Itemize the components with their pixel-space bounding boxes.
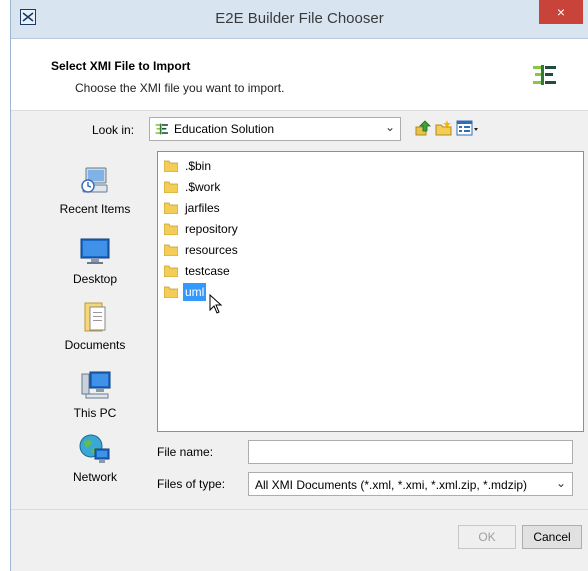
- place-documents[interactable]: Documents: [39, 300, 151, 352]
- create-new-folder-icon[interactable]: [435, 119, 453, 137]
- file-name: jarfiles: [185, 201, 220, 215]
- place-label: Documents: [64, 338, 126, 352]
- place-label: Network: [72, 470, 117, 484]
- dialog-header: Select XMI File to Import Choose the XMI…: [11, 39, 588, 111]
- file-list[interactable]: .$bin .$work jarfiles repository resourc…: [157, 151, 584, 432]
- place-desktop[interactable]: Desktop: [39, 234, 151, 286]
- look-in-dropdown[interactable]: Education Solution ⌄: [149, 117, 401, 141]
- folder-icon: [164, 160, 178, 172]
- file-name: repository: [185, 222, 238, 236]
- network-icon: [79, 434, 110, 463]
- title-bar[interactable]: E2E Builder File Chooser ×: [11, 0, 588, 39]
- header-subtitle: Choose the XMI file you want to import.: [75, 81, 285, 95]
- file-name: testcase: [185, 264, 230, 278]
- file-name: .$bin: [185, 159, 212, 173]
- recent-items-icon: [81, 167, 108, 193]
- e2e-builder-logo-icon: [155, 123, 168, 135]
- file-name-input[interactable]: [248, 440, 573, 464]
- chevron-down-icon[interactable]: ⌄: [385, 120, 395, 134]
- file-name-label: File name:: [157, 445, 214, 459]
- up-one-level-icon[interactable]: [414, 119, 432, 137]
- place-network[interactable]: Network: [39, 432, 151, 484]
- place-label: Recent Items: [59, 202, 131, 216]
- this-pc-icon: [81, 371, 111, 399]
- files-of-type-label: Files of type:: [157, 477, 226, 491]
- look-in-label: Look in:: [92, 123, 135, 137]
- cancel-button[interactable]: Cancel: [522, 525, 582, 549]
- view-menu-icon[interactable]: [456, 119, 480, 137]
- file-name: resources: [185, 243, 238, 257]
- file-chooser-dialog: E2E Builder File Chooser × Select XMI Fi…: [10, 0, 588, 571]
- ok-button[interactable]: OK: [458, 525, 516, 549]
- folder-icon: [164, 265, 178, 277]
- window-title: E2E Builder File Chooser: [215, 10, 384, 27]
- place-label: This PC: [73, 406, 117, 420]
- files-of-type-dropdown[interactable]: All XMI Documents (*.xml, *.xmi, *.xml.z…: [248, 472, 573, 496]
- desktop-icon: [80, 238, 110, 264]
- folder-icon: [164, 286, 178, 298]
- documents-icon: [84, 302, 106, 332]
- folder-icon: [164, 223, 178, 235]
- folder-icon: [164, 202, 178, 214]
- file-name: .$work: [185, 180, 221, 194]
- folder-icon: [164, 181, 178, 193]
- button-bar-divider: [11, 509, 588, 510]
- place-recent-items[interactable]: Recent Items: [39, 164, 151, 216]
- chevron-down-icon[interactable]: ⌄: [556, 476, 566, 490]
- files-of-type-value: All XMI Documents (*.xml, *.xmi, *.xml.z…: [255, 478, 528, 492]
- e2e-builder-logo: [533, 65, 556, 85]
- folder-icon: [164, 244, 178, 256]
- look-in-value: Education Solution: [174, 122, 275, 136]
- close-button[interactable]: ×: [539, 0, 583, 24]
- file-name: uml: [183, 283, 207, 301]
- place-this-pc[interactable]: This PC: [39, 368, 151, 420]
- header-title: Select XMI File to Import: [51, 59, 191, 73]
- mouse-pointer-icon: [209, 294, 223, 314]
- place-label: Desktop: [72, 272, 118, 286]
